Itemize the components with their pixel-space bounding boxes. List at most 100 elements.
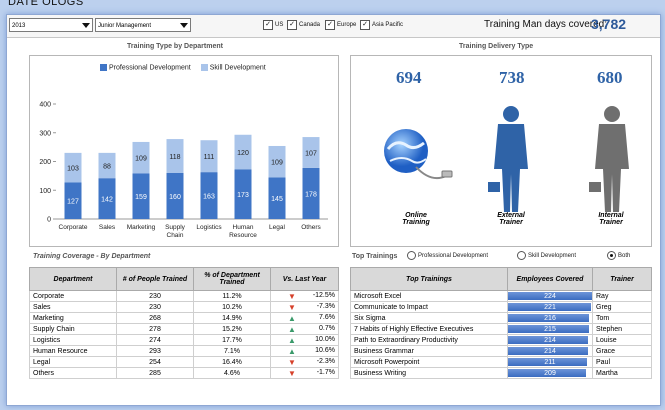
level-dropdown[interactable]: Junior Management [95, 18, 191, 32]
coverage-header-row: Department # of People Trained % of Depa… [29, 267, 339, 291]
cell-pct: 17.7% [193, 334, 271, 346]
cell-trainer: Tom [592, 312, 652, 324]
region-canada-label: Canada [299, 22, 321, 28]
chart-title: Training Type by Department [127, 43, 223, 50]
data-label-professional: 145 [271, 196, 283, 203]
cell-department: Human Resource [29, 345, 117, 357]
internal-trainer-value: 680 [597, 68, 623, 87]
table-row: Path to Extraordinary Productivity 214 Lou… [350, 334, 652, 346]
dashboard-frame: 2013 Junior Management ✓ US ✓ Canada ✓ E… [6, 14, 661, 406]
coverage-col-vs: Vs. Last Year [270, 267, 339, 291]
online-training-value: 694 [396, 68, 422, 87]
cell-employees-covered: 221 [507, 301, 593, 313]
radio-empty-icon [517, 251, 526, 260]
y-tick-label: 0 [47, 217, 51, 224]
cell-department: Corporate [29, 290, 117, 302]
radio-selected-icon [607, 251, 616, 260]
external-label-line1: External [497, 212, 525, 219]
top-col-trainer: Trainer [592, 267, 652, 291]
internal-trainer-icon [589, 106, 629, 212]
external-trainer-icon [488, 106, 528, 212]
coverage-table-body: Corporate 230 11.2% ▼ -12.5% Sales 230 10.2% ▼ -7… [29, 290, 339, 379]
x-tick-label: Sales [99, 224, 116, 231]
data-label-professional: 127 [67, 199, 79, 206]
region-us-checkbox[interactable]: ✓ US [263, 20, 283, 30]
top-col-covered: Employees Covered [507, 267, 593, 291]
cell-employees-covered: 211 [507, 356, 593, 368]
cell-covered-value: 216 [544, 314, 556, 322]
x-tick-label: Legal [269, 224, 285, 231]
radio-both[interactable]: Both [607, 251, 630, 260]
arrow-down-icon: ▼ [288, 291, 296, 301]
cell-vs: ▲ 0.7% [270, 323, 339, 335]
checkbox-check-icon: ✓ [360, 20, 370, 30]
cell-pct: 4.6% [193, 367, 271, 379]
cell-people: 274 [116, 334, 194, 346]
level-dropdown-value: Junior Management [98, 23, 152, 29]
top-header-row: Top Trainings Employees Covered Trainer [350, 267, 652, 291]
cell-vs: ▼ -7.3% [270, 301, 339, 313]
cell-training-name: Microsoft Excel [350, 290, 508, 302]
cell-training-name: Communicate to Impact [350, 301, 508, 313]
table-row: Supply Chain 278 15.2% ▲ 0.7% [29, 323, 339, 335]
cell-covered-value: 214 [544, 336, 556, 344]
cell-vs: ▼ -2.3% [270, 356, 339, 368]
cell-pct: 10.2% [193, 301, 271, 313]
table-row: Logistics 274 17.7% ▲ 10.0% [29, 334, 339, 346]
region-asia-checkbox[interactable]: ✓ Asia Pacific [360, 20, 403, 30]
table-row: Six Sigma 216 Tom [350, 312, 652, 324]
cell-employees-covered: 224 [507, 290, 593, 302]
region-europe-checkbox[interactable]: ✓ Europe [325, 20, 356, 30]
data-label-professional: 178 [305, 191, 317, 198]
y-tick-label: 200 [39, 159, 51, 166]
cell-training-name: Six Sigma [350, 312, 508, 324]
cell-covered-value: 214 [544, 347, 556, 355]
globe-icon [384, 129, 453, 180]
arrow-up-icon: ▲ [288, 313, 296, 323]
cell-covered-value: 215 [544, 325, 556, 333]
data-label-skill: 118 [169, 154, 180, 161]
external-trainer-value: 738 [499, 68, 525, 87]
cell-vs-value: -2.3% [316, 357, 335, 365]
cell-covered-value: 224 [544, 292, 556, 300]
x-tick-label: Human Resource [229, 224, 257, 239]
cell-trainer: Ray [592, 290, 652, 302]
cell-pct: 14.9% [193, 312, 271, 324]
cell-covered-value: 221 [544, 303, 556, 311]
online-label-line1: Online [405, 212, 427, 219]
chevron-down-icon [82, 23, 90, 28]
y-tick-label: 300 [39, 130, 51, 137]
cell-pct: 16.4% [193, 356, 271, 368]
table-row: Sales 230 10.2% ▼ -7.3% [29, 301, 339, 313]
cell-pct: 11.2% [193, 290, 271, 302]
cell-training-name: Business Grammar [350, 345, 508, 357]
coverage-col-pct: % of Department Trained [193, 267, 271, 291]
cell-training-name: Business Writing [350, 367, 508, 379]
cell-vs-value: -12.5% [312, 291, 335, 299]
cell-trainer: Grace [592, 345, 652, 357]
radio-skill[interactable]: Skill Development [517, 251, 576, 260]
cell-trainer: Louise [592, 334, 652, 346]
x-tick-label: Logistics [196, 224, 222, 231]
data-label-professional: 163 [203, 194, 215, 201]
table-row: Communicate to Impact 221 Greg [350, 301, 652, 313]
checkbox-check-icon: ✓ [287, 20, 297, 30]
radio-professional[interactable]: Professional Development [407, 251, 488, 260]
toolbar: 2013 Junior Management ✓ US ✓ Canada ✓ E… [7, 15, 660, 38]
cell-employees-covered: 216 [507, 312, 593, 324]
region-canada-checkbox[interactable]: ✓ Canada [287, 20, 320, 30]
arrow-up-icon: ▲ [288, 335, 296, 345]
online-label-line2: Training [402, 219, 430, 226]
region-europe-label: Europe [337, 22, 357, 28]
cell-department: Legal [29, 356, 117, 368]
cell-people: 230 [116, 301, 194, 313]
cell-trainer: Stephen [592, 323, 652, 335]
cell-vs: ▲ 7.6% [270, 312, 339, 324]
cell-department: Supply Chain [29, 323, 117, 335]
cell-department: Logistics [29, 334, 117, 346]
arrow-up-icon: ▲ [288, 324, 296, 334]
year-dropdown[interactable]: 2013 [9, 18, 93, 32]
arrow-down-icon: ▼ [288, 368, 296, 378]
data-label-professional: 173 [237, 192, 249, 199]
data-label-skill: 109 [135, 156, 147, 163]
